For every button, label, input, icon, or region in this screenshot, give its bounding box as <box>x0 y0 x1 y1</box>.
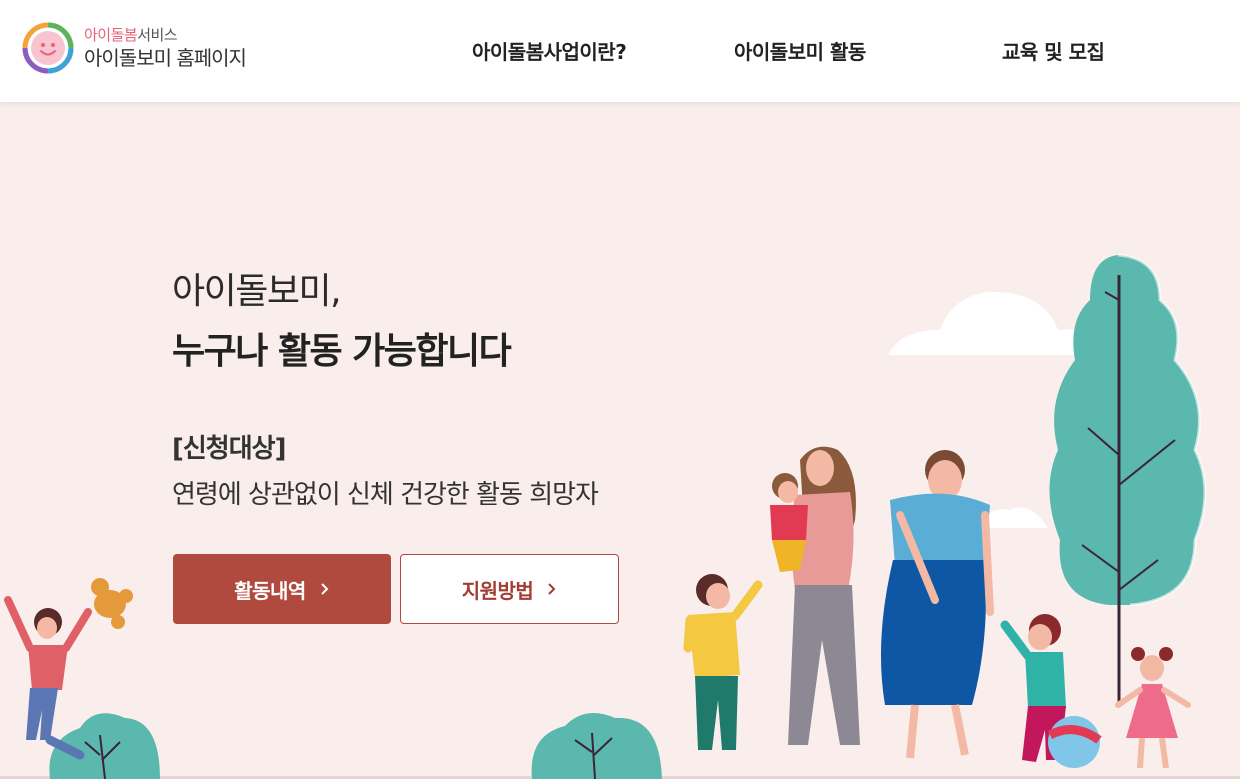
child-illustration <box>683 574 763 750</box>
site-logo[interactable]: 아이돌봄서비스 아이돌보미 홈페이지 <box>22 22 247 74</box>
site-header: 아이돌봄서비스 아이돌보미 홈페이지 아이돌봄사업이란? 아이돌보미 활동 교육… <box>0 0 1240 102</box>
nav-item-education[interactable]: 교육 및 모집 <box>1002 36 1105 65</box>
child-illustration <box>1115 647 1191 769</box>
chevron-right-icon <box>548 583 556 595</box>
hero-title-line2: 누구나 활동 가능합니다 <box>172 331 512 372</box>
logo-service-accent: 아이돌봄 <box>84 26 138 44</box>
bush-illustration <box>49 713 662 779</box>
nav-item-activity[interactable]: 아이돌보미 활동 <box>734 36 866 65</box>
target-label: [신청대상] <box>172 434 286 464</box>
smile-logo-icon <box>22 22 74 74</box>
logo-homepage-label: 아이돌보미 홈페이지 <box>84 46 247 70</box>
how-to-apply-button[interactable]: 지원방법 <box>400 554 619 624</box>
hero-title-line1: 아이돌보미, <box>172 271 342 312</box>
how-to-apply-label: 지원방법 <box>461 578 534 603</box>
target-description: 연령에 상관없이 신체 건강한 활동 희망자 <box>172 480 599 510</box>
adult-illustration <box>770 446 860 745</box>
nav-item-about[interactable]: 아이돌봄사업이란? <box>472 36 627 65</box>
adult-illustration <box>880 450 994 759</box>
chevron-right-icon <box>321 583 329 595</box>
tree-illustration <box>1049 253 1207 705</box>
logo-service-label: 아이돌봄서비스 <box>84 26 246 44</box>
activity-history-label: 활동내역 <box>234 578 306 603</box>
child-illustration <box>1000 614 1102 768</box>
logo-service-rest: 서비스 <box>137 26 178 44</box>
activity-history-button[interactable]: 활동내역 <box>173 554 391 624</box>
